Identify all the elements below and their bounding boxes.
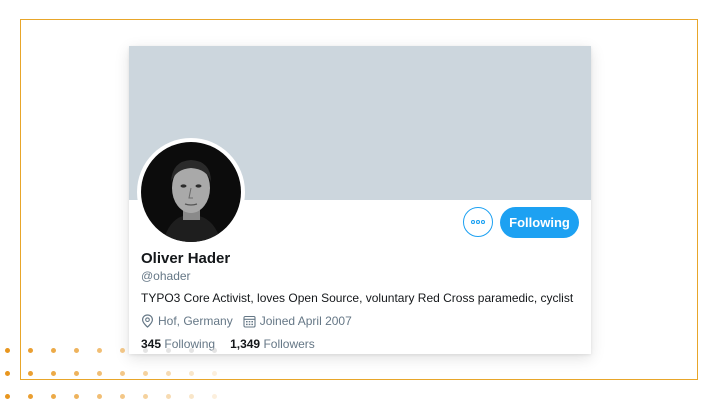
decorative-dot <box>97 394 102 399</box>
decorative-dot <box>120 348 125 353</box>
decorative-dot <box>5 348 10 353</box>
following-button[interactable]: Following <box>500 207 579 238</box>
profile-handle: @ohader <box>141 269 191 283</box>
more-options-button[interactable] <box>463 207 493 237</box>
location-text: Hof, Germany <box>158 314 233 328</box>
decorative-dot <box>166 394 171 399</box>
decorative-dot <box>5 371 10 376</box>
decorative-dot <box>74 394 79 399</box>
decorative-dot <box>97 371 102 376</box>
decorative-dot <box>143 371 148 376</box>
decorative-dot <box>166 348 171 353</box>
decorative-dot <box>189 348 194 353</box>
followers-stat[interactable]: 1,349 Followers <box>230 337 315 351</box>
decorative-dot <box>5 394 10 399</box>
decorative-dot <box>28 348 33 353</box>
decorative-dot <box>189 394 194 399</box>
decorative-dot <box>51 394 56 399</box>
profile-card: Following Oliver Hader @ohader TYPO3 Cor… <box>129 46 591 354</box>
decorative-dot <box>212 371 217 376</box>
decorative-dot <box>212 348 217 353</box>
decorative-dot <box>28 394 33 399</box>
decorative-dot <box>28 371 33 376</box>
decorative-dots <box>0 340 240 400</box>
avatar-photo <box>141 142 241 242</box>
joined-text: Joined April 2007 <box>259 314 352 328</box>
decorative-dot <box>143 394 148 399</box>
decorative-dot <box>74 371 79 376</box>
decorative-dot <box>166 371 171 376</box>
decorative-dot <box>189 371 194 376</box>
location-pin-icon <box>141 314 154 328</box>
location-item: Hof, Germany <box>141 314 233 328</box>
profile-meta: Hof, Germany Joined April 2007 <box>141 314 362 328</box>
calendar-icon <box>243 315 256 328</box>
decorative-dot <box>97 348 102 353</box>
decorative-dot <box>51 371 56 376</box>
decorative-dot <box>51 348 56 353</box>
joined-item: Joined April 2007 <box>243 314 352 328</box>
followers-label: Followers <box>263 337 315 351</box>
decorative-dot <box>212 394 217 399</box>
profile-bio: TYPO3 Core Activist, loves Open Source, … <box>141 291 574 305</box>
more-horizontal-icon <box>471 220 485 224</box>
decorative-dot <box>120 371 125 376</box>
decorative-dot <box>74 348 79 353</box>
profile-name: Oliver Hader <box>141 250 231 267</box>
decorative-dot <box>120 394 125 399</box>
avatar[interactable] <box>137 138 245 246</box>
decorative-dot <box>143 348 148 353</box>
